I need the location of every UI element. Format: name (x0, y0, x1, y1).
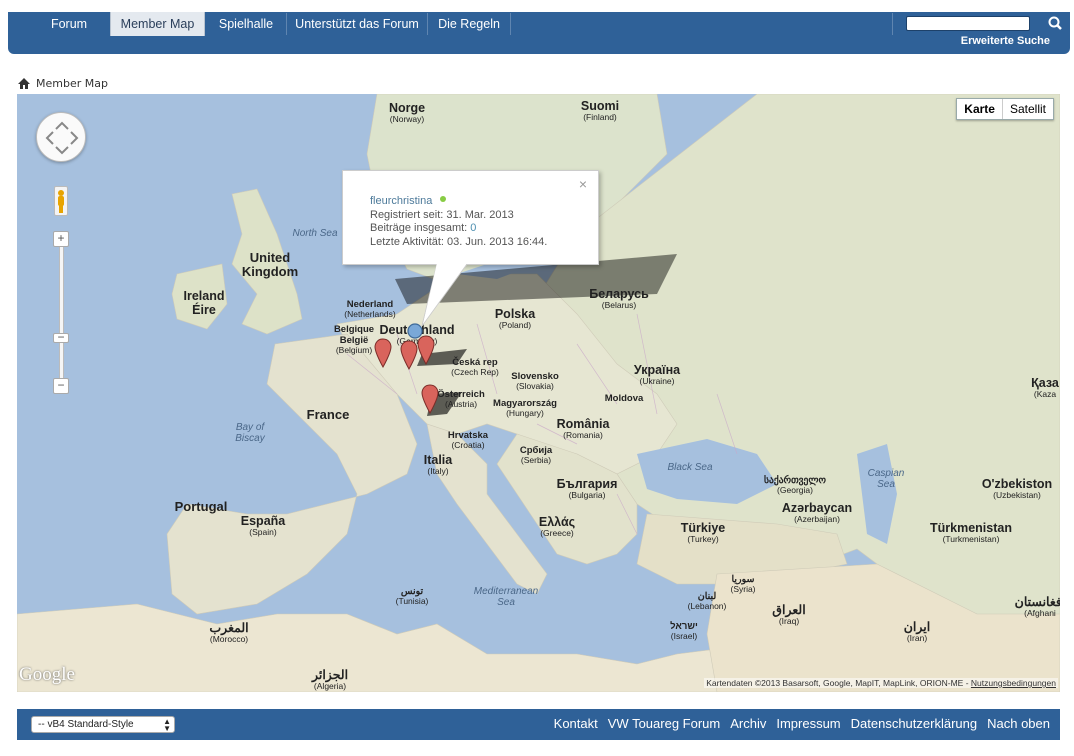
pegman-icon[interactable] (54, 186, 68, 216)
footer-link-forum[interactable]: VW Touareg Forum (608, 716, 720, 731)
map-label-algeria: الجزائر (Algeria) (311, 668, 349, 692)
activity-label: Letzte Aktivität: (370, 235, 444, 248)
footer: -- vB4 Standard-Style ▲ ▼ Kontakt VW Touar… (17, 709, 1060, 740)
footer-links: Kontakt VW Touareg Forum Archiv Impressu… (544, 716, 1050, 731)
map-label-tunisia: تونس (Tunisia) (395, 586, 429, 606)
map-label-romania: România (Romania) (556, 417, 610, 441)
registered-value: 31. Mar. 2013 (446, 208, 514, 221)
search-button[interactable] (1045, 14, 1067, 34)
tab-divider (510, 13, 511, 35)
breadcrumb-current: Member Map (36, 77, 108, 90)
map-label-ukraine: Україна (Ukraine) (633, 363, 681, 387)
search-input[interactable] (906, 16, 1030, 31)
pan-control[interactable] (36, 112, 86, 162)
map-label-azerbaijan: Azərbaycan (Azerbaijan) (781, 501, 853, 525)
map-label-turkiye: Türkiye (Turkey) (680, 521, 726, 545)
map-label-norge: Norge (Norway) (388, 101, 426, 125)
map-label-osterreich: Österreich (Austria) (437, 389, 485, 409)
navbar: Forum Member Map Spielhalle Unterstützt … (8, 12, 1070, 54)
map-label-georgia: საქართველო (Georgia) (764, 475, 826, 495)
map-label-syria: سوريا (Syria) (730, 574, 756, 594)
zoom-in-button[interactable]: + (53, 231, 69, 247)
map-label-moldova: Moldova (604, 393, 644, 404)
map-label-czech: Česká rep (Czech Rep) (451, 357, 499, 377)
map-label-eire: Éire (192, 303, 216, 317)
zoom-slider-track[interactable] (59, 244, 64, 387)
map-type-control: Karte Satellit (956, 98, 1054, 120)
tab-member-map[interactable]: Member Map (110, 12, 205, 36)
tab-support[interactable]: Unterstützt das Forum (287, 12, 427, 36)
map-label-iran: ایران (Iran) (903, 620, 931, 644)
map-label-bulgaria: България (Bulgaria) (556, 477, 618, 501)
map-label-slovensko: Slovensko (Slovakia) (511, 371, 559, 391)
member-map[interactable]: Norge (Norway) Suomi (Finland) United King… (17, 94, 1060, 692)
map-marker[interactable] (421, 384, 439, 414)
map-label-morocco: المغرب (Morocco) (209, 621, 249, 645)
map-label-italia: Italia (Italy) (423, 453, 453, 477)
google-logo[interactable]: Google (19, 664, 75, 686)
footer-link-top[interactable]: Nach oben (987, 716, 1050, 731)
map-label-hrvatska: Hrvatska (Croatia) (447, 430, 489, 450)
tab-rules[interactable]: Die Regeln (428, 12, 510, 36)
sea-label-mediterranean: Mediterranean Sea (473, 586, 539, 608)
online-status-icon (440, 196, 447, 202)
breadcrumb: Member Map (18, 77, 108, 90)
footer-link-impressum[interactable]: Impressum (776, 716, 840, 731)
map-label-turkmenistan: Türkmenistan (Turkmenistan) (930, 521, 1012, 545)
zoom-slider-handle[interactable]: − (53, 331, 69, 343)
footer-link-datenschutz[interactable]: Datenschutzerklärung (851, 716, 977, 731)
map-type-karte-button[interactable]: Karte (957, 99, 1003, 119)
posts-value[interactable]: 0 (470, 222, 476, 234)
tab-spielhalle[interactable]: Spielhalle (206, 12, 286, 36)
map-label-uzbekistan: O'zbekiston (Uzbekistan) (981, 477, 1053, 501)
map-label-israel: ישראל (Israel) (670, 621, 698, 641)
map-marker[interactable] (400, 340, 418, 370)
member-infowindow: fleurchristina Registriert seit: 31. Mar… (342, 170, 599, 265)
map-label-nederland: Nederland (Netherlands) (344, 299, 396, 319)
map-label-kazakhstan: Қаза (Kaza (1031, 376, 1059, 400)
sea-label-north-sea: North Sea (292, 228, 338, 239)
map-label-belgie: België (Belgium) (335, 335, 373, 355)
tab-forum[interactable]: Forum (28, 12, 110, 36)
home-icon[interactable] (18, 78, 30, 89)
map-marker[interactable] (374, 338, 392, 368)
map-label-portugal: Portugal (174, 499, 228, 514)
map-label-magyarorszag: Magyarország (Hungary) (493, 398, 557, 418)
member-username[interactable]: fleurchristina (370, 195, 432, 207)
map-label-espana: España (Spain) (240, 514, 286, 538)
posts-label: Beiträge insgesamt: (370, 222, 468, 234)
sea-label-black-sea: Black Sea (667, 462, 713, 473)
map-label-france: France (306, 407, 350, 422)
close-icon[interactable]: × (579, 177, 587, 192)
map-type-satellite-button[interactable]: Satellit (1003, 99, 1053, 119)
advanced-search-link[interactable]: Erweiterte Suche (961, 35, 1050, 47)
search-divider (892, 13, 893, 35)
map-label-suomi: Suomi (Finland) (580, 99, 620, 123)
sea-label-caspian-sea: Caspian Sea (867, 468, 905, 490)
map-label-serbia: Србија (Serbia) (519, 445, 553, 465)
map-label-united-kingdom: United Kingdom (241, 250, 299, 279)
zoom-out-button[interactable]: − (53, 378, 69, 394)
select-arrows-icon: ▲ ▼ (163, 717, 171, 733)
terms-link[interactable]: Nutzungsbedingungen (971, 678, 1056, 688)
map-label-belgique: Belgique (333, 324, 375, 335)
footer-link-kontakt[interactable]: Kontakt (554, 716, 598, 731)
style-select[interactable]: -- vB4 Standard-Style ▲ ▼ (31, 716, 175, 733)
activity-value: 03. Jun. 2013 16:44. (447, 235, 548, 248)
map-copyright: Kartendaten ©2013 Basarsoft, Google, Map… (704, 678, 1058, 688)
search-icon (1048, 16, 1062, 30)
sea-label-bay-of-biscay: Bay of Biscay (235, 422, 265, 444)
map-label-belarus: Беларусь (Belarus) (589, 287, 649, 311)
registered-label: Registriert seit: (370, 208, 444, 221)
footer-link-archiv[interactable]: Archiv (730, 716, 766, 731)
map-label-afghanistan: افغانستان(Afghani (1014, 595, 1060, 619)
map-label-lebanon: لبنان (Lebanon) (687, 591, 727, 611)
infowindow-pointer (421, 264, 468, 327)
map-label-greece: Ελλάς (Greece) (538, 515, 576, 539)
map-label-ireland: Ireland (183, 289, 225, 303)
map-label-iraq: العراق (Iraq) (772, 603, 806, 627)
pan-arrows-icon (45, 121, 79, 155)
